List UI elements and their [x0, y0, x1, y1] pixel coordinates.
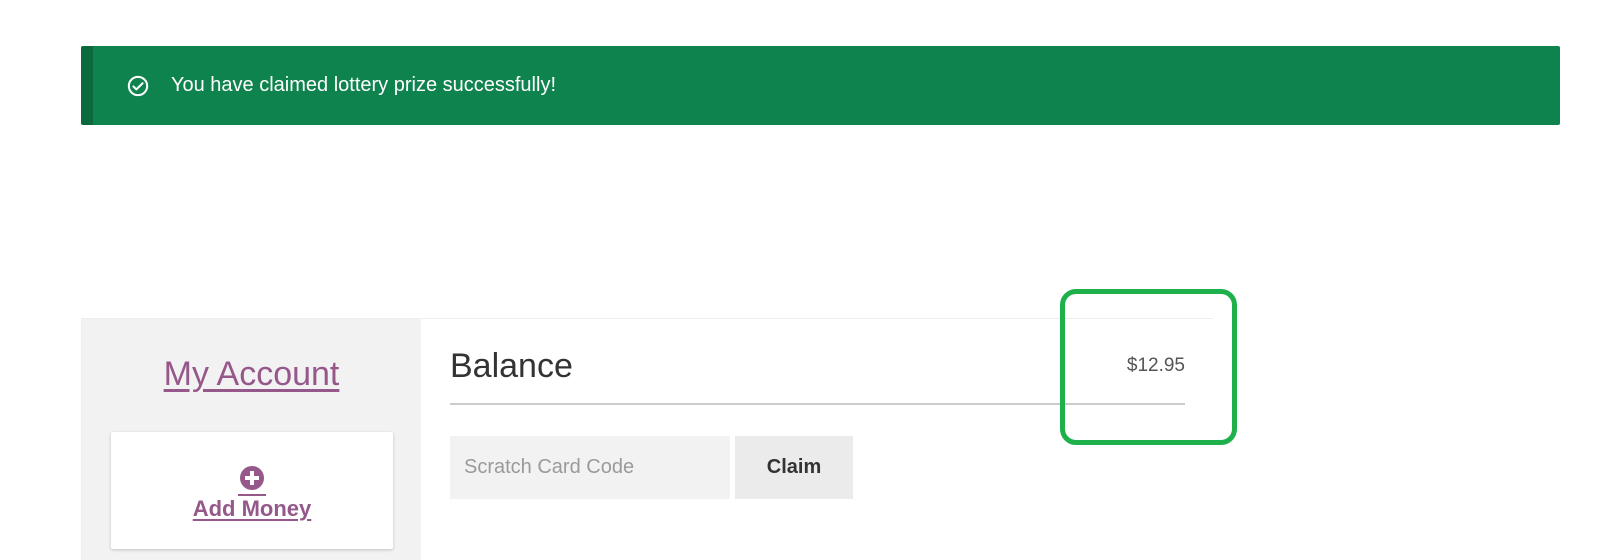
success-message: You have claimed lottery prize successfu…: [171, 74, 556, 96]
my-account-link[interactable]: My Account: [82, 355, 421, 394]
balance-heading: Balance: [450, 347, 573, 385]
highlight-annotation-box: [1060, 289, 1237, 445]
success-notice: You have claimed lottery prize successfu…: [81, 46, 1560, 125]
account-panel: My Account Add Money Balance $12.95 Clai…: [81, 318, 1214, 560]
claim-button[interactable]: Claim: [735, 436, 853, 499]
plus-circle-icon: [240, 466, 264, 490]
add-money-button[interactable]: Add Money: [111, 432, 393, 549]
account-sidebar: My Account Add Money: [82, 319, 421, 560]
add-money-label: Add Money: [192, 496, 312, 521]
scratch-card-code-input[interactable]: [450, 436, 730, 499]
page: You have claimed lottery prize successfu…: [0, 0, 1600, 560]
check-circle-icon: [127, 75, 149, 96]
